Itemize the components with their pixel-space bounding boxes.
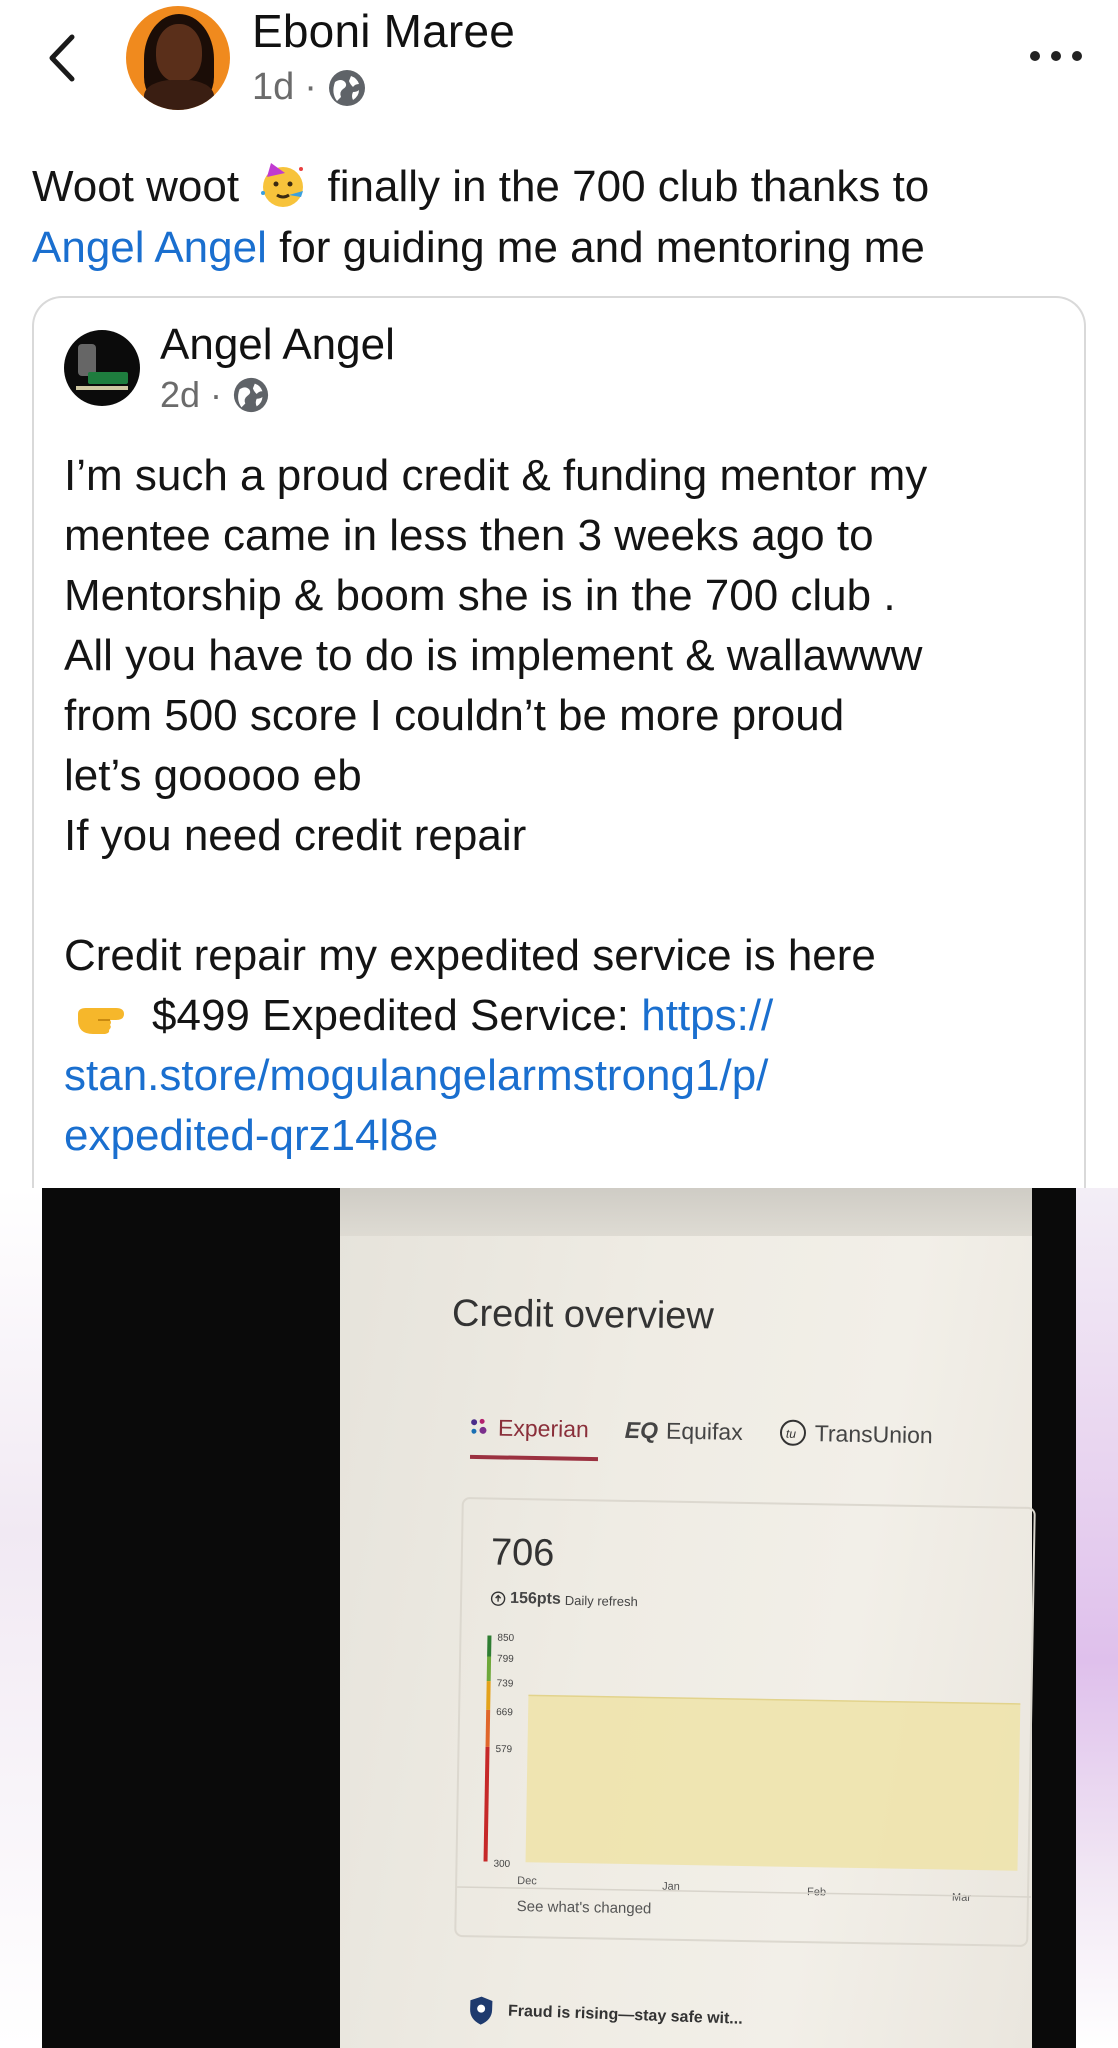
chevron-left-icon [49,34,75,82]
shared-line: I’m such a proud credit & funding mentor… [64,451,928,500]
tab-label: TransUnion [814,1419,933,1448]
x-tick-label: Feb [807,1886,826,1898]
equifax-logo-icon: EQ [624,1416,659,1443]
score-area [525,1695,1021,1871]
score-card: 706 156pts Daily refresh 850 799 739 669 579… [454,1497,1036,1947]
shared-line: let’s gooooo eb [64,751,362,800]
photo-left-edge [0,1188,42,2048]
back-button[interactable] [36,28,86,88]
post-text-middle: finally in the 700 club thanks to [327,162,930,211]
mention-link[interactable]: Angel Angel [32,223,267,272]
shared-line: If you need credit repair [64,811,527,860]
fraud-alert[interactable]: Fraud is rising—stay safe wit... [468,1995,744,2035]
tab-label: Equifax [665,1417,743,1445]
tab-equifax[interactable]: EQ Equifax [624,1406,743,1456]
post-body: Woot woot finally in the 700 club thanks… [32,156,1092,278]
y-tick-label: 669 [496,1707,513,1718]
x-tick-label: Mar [952,1892,971,1904]
y-tick-label: 850 [497,1633,514,1644]
pointing-hand-emoji-icon [78,1008,124,1034]
shield-icon [470,1996,493,2025]
y-tick-label: 739 [497,1678,514,1689]
credit-history-chart: 850799739669579300Dec Jan Feb Mar [457,1633,1032,1904]
party-face-emoji-icon [261,163,304,207]
shared-line: mentee came in less then 3 weeks ago to [64,511,874,560]
score-band [487,1635,492,1657]
shared-line: All you have to do is implement & wallaw… [64,631,923,680]
photo-right-edge [1076,1188,1118,2048]
x-tick-label: Dec [517,1875,537,1887]
score-band [486,1681,491,1710]
meta-separator: · [304,66,317,108]
shared-post-card[interactable]: Angel Angel 2d · I’m such a proud credit… [32,296,1086,1196]
post-photo[interactable]: Credit overview Experian EQ Equifax tu T… [0,1188,1118,2048]
price-text: $499 Expedited Service: [152,991,629,1040]
shared-post-meta: 2d · [160,374,270,416]
browser-top-bar [340,1188,1032,1236]
shared-post-time: 2d [160,374,201,415]
author-avatar[interactable] [126,6,230,110]
card-divider [457,1886,1032,1898]
service-line: Credit repair my expedited service is he… [64,931,876,980]
expedited-service-link[interactable]: https:// [641,991,773,1040]
y-tick-label: 300 [493,1859,510,1870]
post-text-start: Woot woot [32,162,240,211]
shared-author-name[interactable]: Angel Angel [160,320,395,370]
meta-separator: · [210,374,223,415]
svg-text:tu: tu [786,1427,797,1441]
globe-icon [233,377,269,413]
more-options-button[interactable] [1030,44,1082,68]
post-time: 1d [252,66,295,108]
shared-author-avatar[interactable] [64,330,140,406]
tab-transunion[interactable]: tu TransUnion [778,1409,933,1460]
fraud-alert-text: Fraud is rising—stay safe wit... [507,2002,743,2028]
author-name[interactable]: Eboni Maree [252,4,515,58]
credit-overview-title: Credit overview [451,1292,715,1338]
post-text-end: for guiding me and mentoring me [279,223,925,272]
expedited-service-link[interactable]: stan.store/mogulangelarmstrong1/p/ [64,1046,1064,1106]
y-tick-label: 579 [495,1744,512,1755]
score-band [486,1656,492,1682]
experian-logo-icon [471,1418,487,1434]
laptop-screen: Credit overview Experian EQ Equifax tu T… [340,1188,1036,2048]
see-whats-changed-link[interactable]: See what's changed [517,1898,652,1917]
shared-line: Mentorship & boom she is in the 700 club… [64,571,896,620]
bureau-tabs: Experian EQ Equifax tu TransUnion [468,1403,1029,1461]
active-tab-indicator [469,1454,599,1462]
y-tick-label: 799 [497,1654,514,1665]
post-header: Eboni Maree 1d · [0,0,1118,130]
globe-icon [328,69,365,106]
post-meta: 1d · [252,66,367,109]
tab-label: Experian [497,1414,590,1442]
score-band [483,1746,490,1862]
expedited-service-link[interactable]: expedited-qrz14l8e [64,1106,1064,1166]
score-band [485,1709,491,1747]
transunion-logo-icon: tu [779,1419,806,1446]
tab-experian[interactable]: Experian [468,1403,590,1453]
shared-post-body: I’m such a proud credit & funding mentor… [64,446,1064,1166]
shared-line: from 500 score I couldn’t be more proud [64,691,845,740]
